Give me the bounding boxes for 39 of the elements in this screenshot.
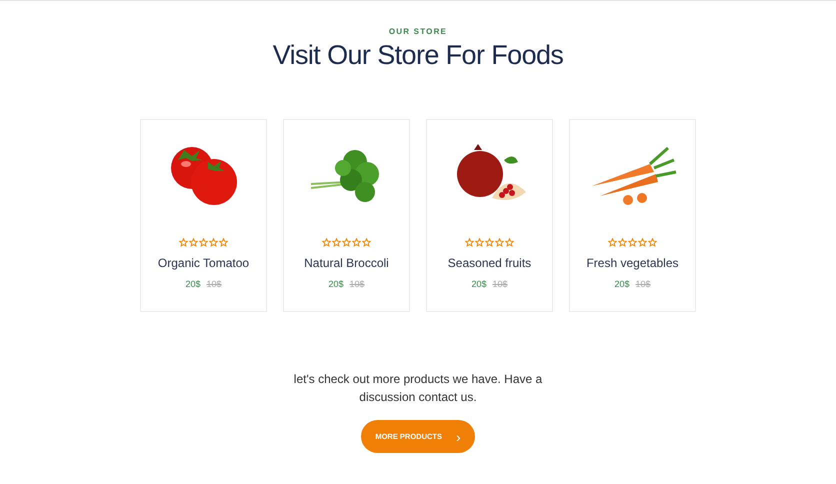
old-price: 10$	[206, 279, 222, 289]
star-icon	[209, 238, 218, 247]
product-card[interactable]: Fresh vegetables 20$ 10$	[569, 119, 696, 312]
section-eyebrow: OUR STORE	[388, 27, 448, 36]
product-price: 20$	[328, 279, 344, 289]
product-name: Seasoned fruits	[448, 256, 532, 270]
star-icon	[505, 238, 514, 247]
product-price: 20$	[614, 279, 630, 289]
product-card[interactable]: Natural Broccoli 20$ 10$	[283, 119, 410, 312]
star-icon	[352, 238, 361, 247]
star-icon	[189, 238, 198, 247]
call-to-action-text: let's check out more products we have. Have a discussion contact us.	[293, 371, 543, 406]
star-icon	[322, 238, 331, 247]
product-name: Fresh vegetables	[586, 256, 679, 270]
star-icon	[495, 238, 504, 247]
star-icon	[638, 238, 647, 247]
star-icon	[608, 238, 617, 247]
star-icon	[362, 238, 371, 247]
star-icon	[485, 238, 494, 247]
star-icon	[475, 238, 484, 247]
star-icon	[648, 238, 657, 247]
product-price: 20$	[185, 279, 200, 289]
old-price: 10$	[636, 279, 651, 289]
old-price: 10$	[492, 279, 508, 289]
star-icon	[465, 238, 474, 247]
star-icon	[618, 238, 627, 247]
product-card[interactable]: Organic Tomatoo 20$ 10$	[140, 119, 267, 312]
section-title: Visit Our Store For Foods	[272, 40, 564, 71]
product-card[interactable]: Seasoned fruits 20$ 10$	[426, 119, 553, 312]
star-icon	[179, 238, 188, 247]
old-price: 10$	[350, 279, 365, 289]
star-icon	[199, 238, 208, 247]
product-name: Organic Tomatoo	[158, 256, 250, 270]
star-icon	[628, 238, 637, 247]
star-icon	[342, 238, 351, 247]
product-name: Natural Broccoli	[304, 256, 389, 270]
star-icon	[219, 238, 228, 247]
product-price: 20$	[471, 279, 486, 289]
star-icon	[332, 238, 341, 247]
